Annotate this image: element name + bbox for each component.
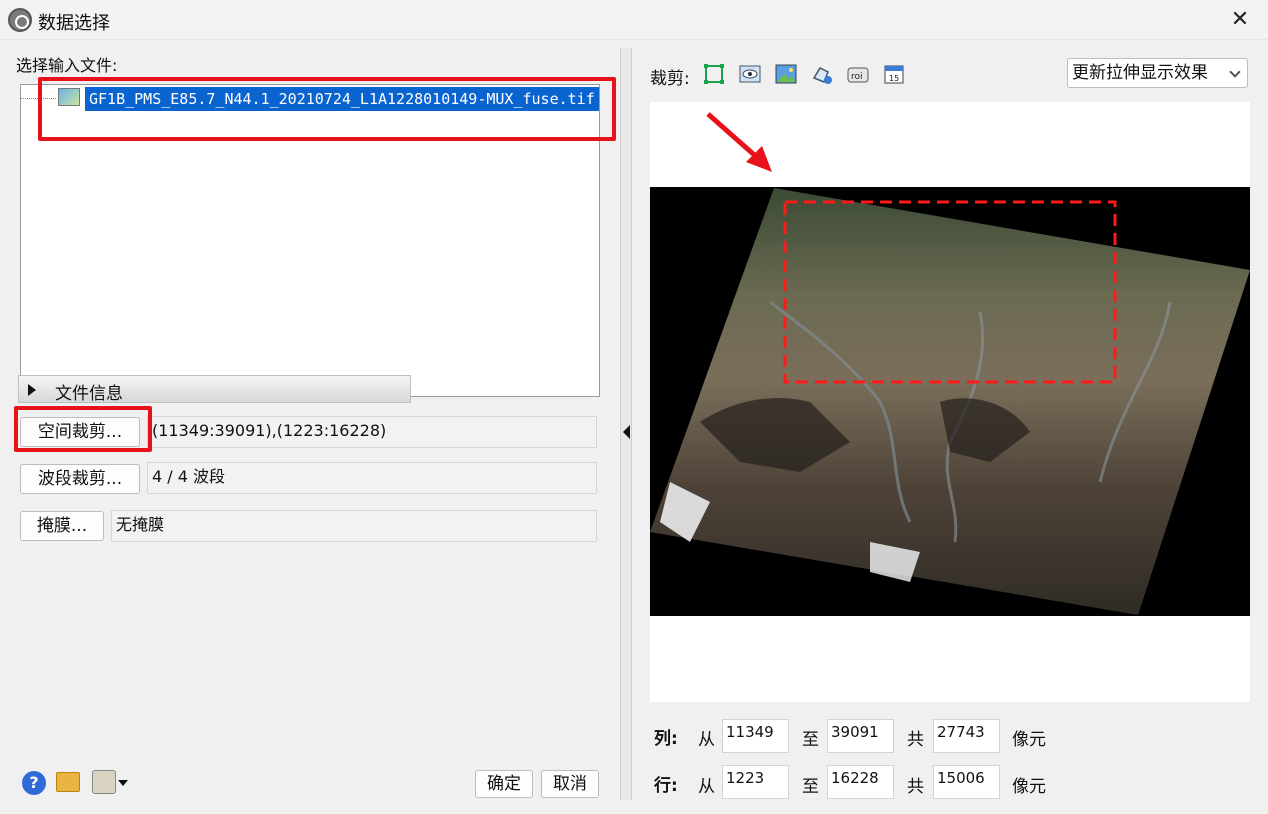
svg-text:roi: roi bbox=[851, 72, 863, 82]
column-from-input[interactable]: 11349 bbox=[722, 719, 789, 753]
row-unit-label: 像元 bbox=[1012, 777, 1046, 797]
window-title: 数据选择 bbox=[38, 13, 110, 34]
row-total-label: 共 bbox=[907, 777, 924, 797]
annotation-arrow-icon bbox=[706, 112, 772, 172]
raster-file-icon bbox=[58, 88, 80, 106]
roi-icon[interactable]: roi bbox=[846, 62, 870, 86]
row-to-label: 至 bbox=[802, 777, 819, 797]
folder-icon[interactable] bbox=[56, 772, 80, 792]
column-total-input[interactable]: 27743 bbox=[933, 719, 1000, 753]
eye-view-icon[interactable] bbox=[738, 62, 762, 86]
row-from-label: 从 bbox=[698, 777, 715, 797]
file-info-section-header[interactable]: 文件信息 bbox=[18, 375, 411, 404]
tree-connector bbox=[20, 98, 56, 99]
column-to-input[interactable]: 39091 bbox=[827, 719, 894, 753]
column-from-label: 从 bbox=[698, 730, 715, 750]
close-button[interactable]: ✕ bbox=[1226, 6, 1254, 34]
row-to-input[interactable]: 16228 bbox=[827, 765, 894, 799]
column-to-label: 至 bbox=[802, 730, 819, 750]
title-bar: 数据选择 ✕ bbox=[0, 0, 1268, 40]
collapse-left-icon[interactable] bbox=[623, 425, 630, 439]
column-total-label: 共 bbox=[907, 730, 924, 750]
mask-button[interactable]: 掩膜... bbox=[20, 511, 104, 541]
app-logo-icon bbox=[8, 8, 32, 32]
file-info-label: 文件信息 bbox=[55, 384, 123, 404]
ok-button[interactable]: 确定 bbox=[475, 770, 533, 798]
expand-arrow-icon bbox=[28, 384, 36, 396]
row-label: 行: bbox=[654, 776, 678, 796]
file-list-item[interactable]: GF1B_PMS_E85.7_N44.1_20210724_L1A1228010… bbox=[85, 87, 599, 111]
satellite-image bbox=[650, 188, 1250, 615]
mask-value: 无掩膜 bbox=[111, 510, 597, 542]
spatial-subset-value: (11349:39091),(1223:16228) bbox=[147, 416, 597, 448]
vector-edit-icon[interactable] bbox=[810, 62, 834, 86]
left-pane: 选择输入文件: GF1B_PMS_E85.7_N44.1_20210724_L1… bbox=[0, 40, 620, 814]
help-icon[interactable]: ? bbox=[22, 771, 46, 795]
input-files-label: 选择输入文件: bbox=[16, 56, 118, 75]
stretch-display-select[interactable]: 更新拉伸显示效果 bbox=[1067, 58, 1248, 88]
stretch-select-value: 更新拉伸显示效果 bbox=[1072, 63, 1208, 83]
settings-tool-icon[interactable] bbox=[92, 770, 116, 794]
chevron-down-icon[interactable] bbox=[118, 780, 128, 786]
crop-label: 裁剪: bbox=[650, 69, 690, 89]
row-from-input[interactable]: 1223 bbox=[722, 765, 789, 799]
cancel-button[interactable]: 取消 bbox=[541, 770, 599, 798]
column-unit-label: 像元 bbox=[1012, 730, 1046, 750]
spectral-subset-value: 4 / 4 波段 bbox=[147, 462, 597, 494]
chevron-down-icon bbox=[1229, 66, 1241, 78]
spectral-subset-button[interactable]: 波段裁剪... bbox=[20, 464, 140, 494]
pane-splitter[interactable] bbox=[620, 48, 632, 800]
svg-text:15: 15 bbox=[889, 74, 899, 83]
calendar-icon[interactable]: 15 bbox=[882, 62, 906, 86]
spatial-subset-button[interactable]: 空间裁剪... bbox=[20, 417, 140, 447]
image-preview[interactable] bbox=[650, 102, 1250, 702]
column-label: 列: bbox=[654, 729, 678, 749]
image-view-icon[interactable] bbox=[774, 62, 798, 86]
file-list[interactable] bbox=[20, 84, 600, 397]
row-total-input[interactable]: 15006 bbox=[933, 765, 1000, 799]
select-region-icon[interactable] bbox=[702, 62, 726, 86]
